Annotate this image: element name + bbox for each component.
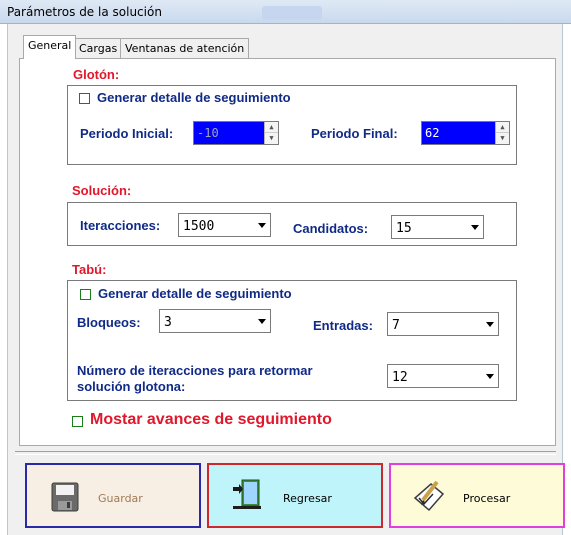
periodo-inicial-value: -10 — [197, 126, 219, 140]
title-bar: Parámetros de la solución — [0, 0, 571, 24]
chevron-down-icon — [486, 322, 494, 327]
periodo-final-spin-buttons[interactable]: ▲ ▼ — [495, 122, 509, 144]
periodo-final-label: Periodo Final: — [311, 126, 398, 141]
entradas-label: Entradas: — [313, 318, 373, 333]
iteracciones-value: 1500 — [183, 219, 215, 234]
candidatos-value: 15 — [396, 221, 412, 236]
regresar-label: Regresar — [283, 492, 332, 505]
tabu-detail-checkbox[interactable] — [80, 289, 91, 300]
chevron-down-icon — [258, 319, 266, 324]
bloqueos-label: Bloqueos: — [77, 315, 141, 330]
pen-and-check-icon — [413, 480, 445, 512]
title-glow — [262, 6, 322, 20]
chevron-down-icon — [471, 225, 479, 230]
gloton-detail-label: Generar detalle de seguimiento — [97, 90, 291, 105]
tabu-title: Tabú: — [72, 262, 107, 277]
retornar-label-line2: solución glotona: — [77, 379, 186, 394]
guardar-button[interactable]: Guardar — [25, 463, 201, 528]
periodo-final-value: 62 — [425, 126, 440, 140]
chevron-down-icon — [486, 374, 494, 379]
spin-up-icon[interactable]: ▲ — [265, 122, 278, 133]
bloqueos-value: 3 — [164, 315, 172, 330]
tab-general[interactable]: General — [23, 35, 77, 59]
entradas-value: 7 — [392, 318, 400, 333]
regresar-button[interactable]: Regresar — [207, 463, 383, 528]
candidatos-label: Candidatos: — [293, 221, 369, 236]
periodo-inicial-spin-buttons[interactable]: ▲ ▼ — [264, 122, 278, 144]
gloton-title: Glotón: — [73, 67, 120, 82]
bloqueos-select[interactable]: 3 — [159, 309, 271, 333]
guardar-label: Guardar — [98, 492, 143, 505]
spin-down-icon[interactable]: ▼ — [496, 133, 509, 144]
periodo-inicial-label: Periodo Inicial: — [80, 126, 174, 141]
mostrar-avances-label: Mostar avances de seguimiento — [90, 411, 332, 428]
periodo-inicial-spinner[interactable]: -10 ▲ ▼ — [193, 121, 279, 145]
chevron-down-icon — [258, 223, 266, 228]
tab-cargas[interactable]: Cargas — [74, 38, 123, 58]
tabu-detail-label: Generar detalle de seguimiento — [98, 286, 292, 301]
door-exit-icon — [233, 479, 261, 509]
window-title: Parámetros de la solución — [7, 5, 162, 19]
separator — [15, 451, 556, 455]
mostrar-avances-checkbox[interactable] — [72, 416, 83, 427]
spin-down-icon[interactable]: ▼ — [265, 133, 278, 144]
tab-ventanas-de-atencion[interactable]: Ventanas de atención — [120, 38, 250, 58]
procesar-button[interactable]: Procesar — [389, 463, 565, 528]
retornar-value: 12 — [392, 370, 408, 385]
gloton-detail-checkbox[interactable] — [79, 93, 90, 104]
iteracciones-select[interactable]: 1500 — [178, 213, 271, 237]
iteracciones-label: Iteracciones: — [80, 218, 161, 233]
periodo-final-spinner[interactable]: 62 ▲ ▼ — [421, 121, 510, 145]
solucion-title: Solución: — [72, 183, 132, 198]
procesar-label: Procesar — [463, 492, 511, 505]
candidatos-select[interactable]: 15 — [391, 215, 484, 239]
floppy-disk-icon — [51, 482, 79, 512]
retornar-select[interactable]: 12 — [387, 364, 499, 388]
entradas-select[interactable]: 7 — [387, 312, 499, 336]
spin-up-icon[interactable]: ▲ — [496, 122, 509, 133]
dialog-window: Parámetros de la solución General Cargas… — [0, 0, 571, 535]
retornar-label-line1: Número de iteracciones para retormar — [77, 363, 313, 378]
